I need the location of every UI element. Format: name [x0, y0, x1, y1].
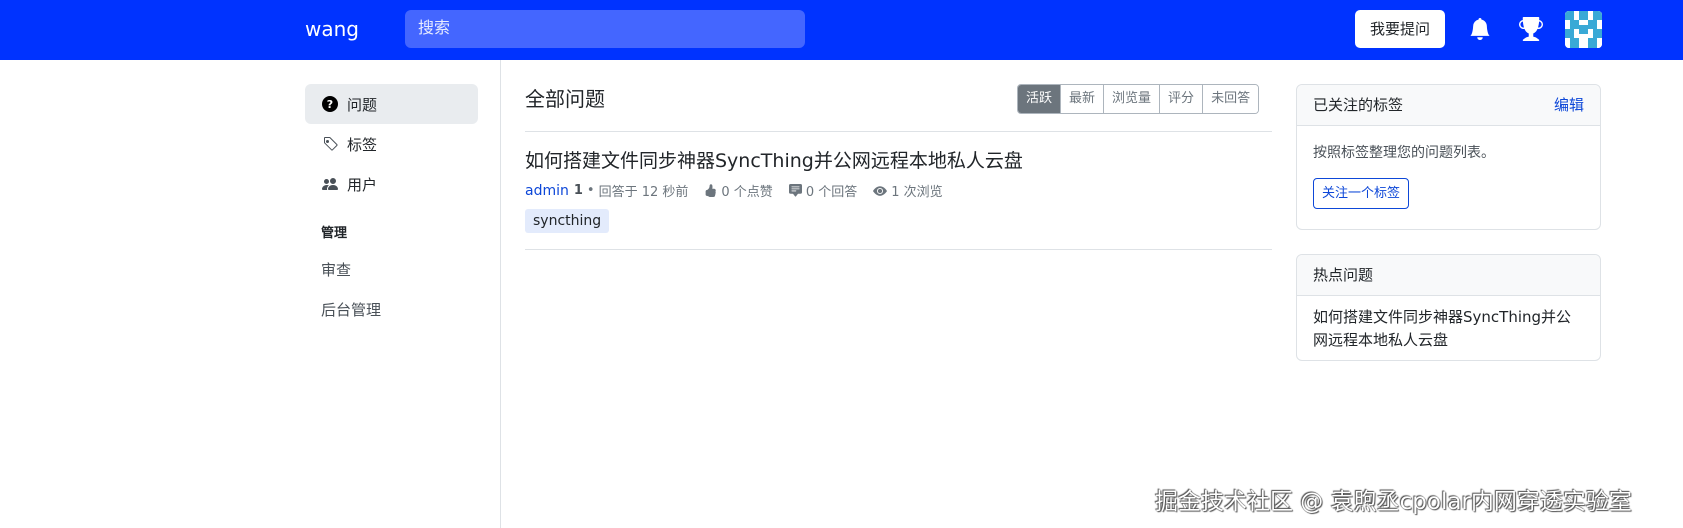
- people-icon: [321, 175, 339, 193]
- sort-tab-unanswered[interactable]: 未回答: [1202, 85, 1259, 113]
- sort-tab-active[interactable]: 活跃: [1018, 85, 1061, 113]
- question-circle-icon: ?: [321, 95, 339, 113]
- answers-count: 0 个回答: [805, 185, 858, 200]
- question-meta: admin 1 • 回答于 12 秒前 0 个点赞 0 个回答 1 次浏览: [525, 181, 943, 201]
- views-stat: 1 次浏览: [873, 181, 943, 200]
- answers-stat: 0 个回答: [788, 181, 858, 200]
- left-sidebar: ? 问题 标签 用户 管理 审查 后台管理: [305, 84, 478, 330]
- card-header: 已关注的标签 编辑: [1297, 85, 1600, 126]
- author-reputation: 1: [573, 183, 583, 198]
- top-navbar: wang 我要提问: [0, 0, 1683, 60]
- sidebar-item-label: 用户: [347, 175, 378, 194]
- sidebar-item-label: 问题: [347, 95, 378, 114]
- sort-tab-views[interactable]: 浏览量: [1103, 85, 1160, 113]
- sidebar-divider: [500, 60, 501, 528]
- sort-tab-newest[interactable]: 最新: [1060, 85, 1104, 113]
- hot-question-link[interactable]: 如何搭建文件同步神器SyncThing并公网远程本地私人云盘: [1313, 306, 1584, 352]
- author-link[interactable]: admin: [525, 183, 569, 199]
- watermark: 掘金技术社区 @ 袁煦丞cpolar内网穿透实验室: [1155, 489, 1632, 515]
- search-input[interactable]: [405, 10, 805, 48]
- chat-square-icon: [788, 184, 802, 197]
- trophy-icon[interactable]: [1517, 15, 1545, 43]
- hot-questions-card: 热点问题 如何搭建文件同步神器SyncThing并公网远程本地私人云盘: [1296, 254, 1601, 361]
- svg-text:?: ?: [327, 98, 333, 111]
- card-title: 已关注的标签: [1313, 96, 1404, 114]
- card-header: 热点问题: [1297, 255, 1600, 296]
- question-time[interactable]: 回答于 12 秒前: [599, 181, 689, 200]
- ask-question-button[interactable]: 我要提问: [1355, 10, 1445, 48]
- divider: [525, 131, 1272, 132]
- admin-section-title: 管理: [321, 226, 348, 241]
- votes-count: 0 个点赞: [721, 185, 773, 200]
- views-count: 1 次浏览: [891, 185, 943, 200]
- question-title-link[interactable]: 如何搭建文件同步神器SyncThing并公网远程本地私人云盘: [525, 146, 1023, 173]
- tags-icon: [321, 135, 339, 153]
- votes-stat: 0 个点赞: [704, 181, 773, 200]
- followed-tags-card: 已关注的标签 编辑 按照标签整理您的问题列表。 关注一个标签: [1296, 84, 1601, 230]
- meta-separator: •: [586, 183, 595, 198]
- sidebar-item-label: 标签: [347, 135, 378, 154]
- brand-logo[interactable]: wang: [305, 17, 359, 41]
- sidebar-item-admin[interactable]: 后台管理: [305, 290, 478, 330]
- sidebar-item-tags[interactable]: 标签: [305, 124, 478, 164]
- page-title: 全部问题: [525, 87, 605, 111]
- tag-syncthing[interactable]: syncthing: [525, 209, 610, 233]
- card-body: 如何搭建文件同步神器SyncThing并公网远程本地私人云盘: [1297, 296, 1600, 368]
- card-description: 按照标签整理您的问题列表。: [1313, 145, 1495, 161]
- sort-tabs: 活跃 最新 浏览量 评分 未回答: [1017, 84, 1260, 114]
- card-title: 热点问题: [1313, 266, 1374, 284]
- follow-tag-button[interactable]: 关注一个标签: [1313, 178, 1410, 209]
- sidebar-item-users[interactable]: 用户: [305, 164, 478, 204]
- avatar[interactable]: [1565, 11, 1602, 48]
- bell-icon[interactable]: [1466, 15, 1494, 43]
- card-body: 按照标签整理您的问题列表。 关注一个标签: [1297, 126, 1600, 225]
- sort-tab-score[interactable]: 评分: [1159, 85, 1203, 113]
- divider: [525, 249, 1272, 250]
- sidebar-item-questions[interactable]: ? 问题: [305, 84, 478, 124]
- eye-icon: [873, 185, 888, 196]
- sidebar-item-review[interactable]: 审查: [305, 250, 478, 290]
- edit-link[interactable]: 编辑: [1554, 85, 1584, 125]
- thumbs-up-icon: [706, 184, 717, 197]
